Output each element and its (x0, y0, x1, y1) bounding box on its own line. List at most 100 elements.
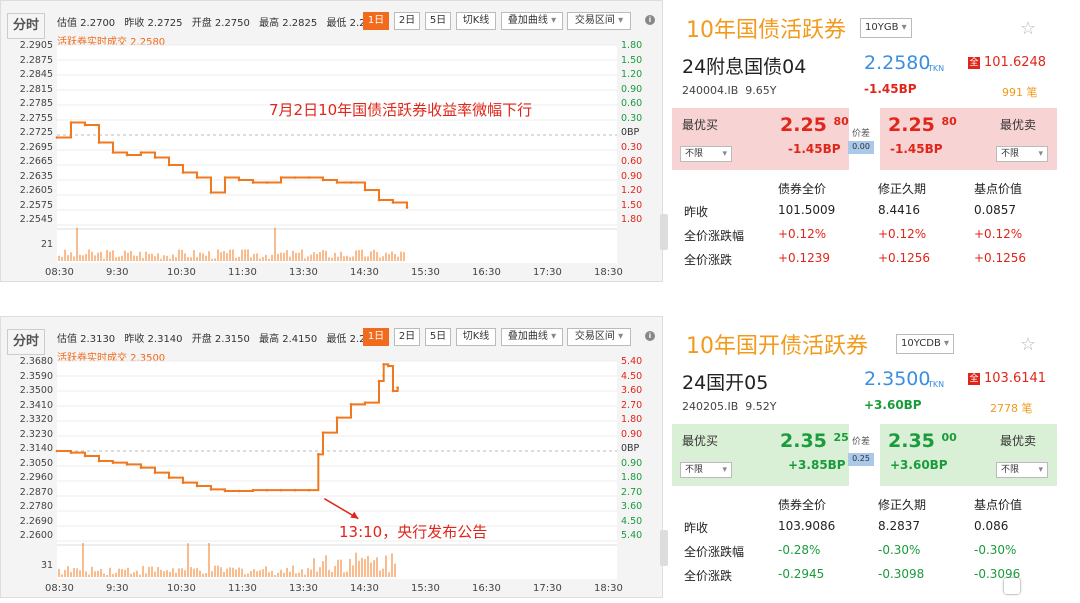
bp-axis-tick-label: 1.20 (621, 185, 643, 196)
yield-data-point (317, 453, 320, 456)
kline-toggle-button[interactable]: 切K线 (456, 328, 496, 346)
bond-name: 24附息国债04 (682, 56, 807, 78)
info-icon[interactable]: i (645, 15, 655, 25)
best-ask-box[interactable]: 2.25 80 最优卖 -1.45BP 不限 (880, 108, 1057, 170)
volume-max-label: 21 (41, 239, 54, 250)
range-5d-button[interactable]: 5日 (425, 328, 451, 346)
info-icon[interactable]: i (645, 331, 655, 341)
y-axis-tick-label: 2.2725 (19, 127, 53, 138)
splitter-handle[interactable] (660, 530, 668, 566)
yield-data-point (153, 471, 157, 474)
x-axis-tick-label: 13:30 (289, 583, 318, 594)
yield-data-point (265, 181, 269, 184)
x-axis-tick-label: 16:30 (472, 583, 501, 594)
tab-intraday[interactable]: 分时 (7, 13, 45, 39)
full-price-icon: 全 (968, 56, 980, 69)
y-axis-tick-label: 2.2960 (19, 472, 53, 483)
best-bid-box[interactable]: 最优买 2.35 25 不限 +3.85BP (672, 424, 849, 486)
yield-data-point (377, 198, 381, 202)
yield-data-point (111, 461, 115, 464)
quote-panel: 10年国债活跃券10YGB☆24附息国债042.2580TKN全101.6248… (668, 0, 1060, 282)
overlay-curve-dropdown[interactable]: 叠加曲线 (501, 328, 563, 346)
y-axis-tick-label: 2.3230 (19, 428, 53, 440)
table-row-label: 全价涨跌幅 (684, 229, 745, 243)
range-1d-button[interactable]: 1日 (363, 12, 389, 30)
bond-code-dropdown[interactable]: 10YCDB (896, 334, 955, 354)
trading-range-dropdown[interactable]: 交易区间 (567, 12, 631, 30)
prev-close: 昨收 2.3140 (124, 334, 183, 345)
kline-toggle-button[interactable]: 切K线 (456, 12, 496, 30)
bp-axis-tick-label: 1.80 (621, 414, 643, 425)
chart-annotation: 7月2日10年国债活跃券收益率微幅下行 (269, 101, 533, 119)
splitter-handle[interactable] (660, 214, 668, 250)
range-2d-button[interactable]: 2日 (394, 12, 420, 30)
bp-axis-tick-label: 0.60 (621, 156, 643, 167)
bp-axis-tick-label: 1.50 (621, 54, 643, 66)
panel-separator (0, 282, 1080, 316)
y-axis-tick-label: 2.3320 (19, 414, 53, 425)
watermark (1004, 578, 1022, 594)
full-price: 全 101.6248 (968, 55, 1046, 70)
bond-sub-code: 240004.IB (682, 84, 739, 97)
best-ask-price: 2.25 80 (888, 114, 957, 136)
bp-axis-tick-label: 2.70 (621, 486, 643, 498)
yield-data-point (382, 363, 385, 366)
y-axis-tick-label: 2.3500 (19, 385, 53, 396)
best-ask-box[interactable]: 2.35 00 最优卖 +3.60BP 不限 (880, 424, 1057, 486)
ask-limit-select[interactable]: 不限 (996, 146, 1048, 162)
range-5d-button[interactable]: 5日 (425, 12, 451, 30)
yield-data-point (97, 459, 101, 463)
bp-axis-tick-label: 1.20 (621, 69, 643, 80)
yield-data-point (181, 481, 185, 484)
yield-series-line (57, 363, 399, 492)
yield-change-bp: -1.45BP (864, 82, 917, 96)
tab-intraday[interactable]: 分时 (7, 329, 45, 355)
table-header: 债券全价 (778, 498, 827, 512)
range-2d-button[interactable]: 2日 (394, 328, 420, 346)
bid-limit-select[interactable]: 不限 (680, 462, 732, 478)
y-axis-tick-label: 2.2605 (19, 185, 53, 196)
yield-data-point (153, 156, 157, 159)
yield-data-point (377, 379, 381, 383)
best-bid-price-frac: 80 (833, 115, 849, 128)
bid-limit-select[interactable]: 不限 (680, 146, 732, 162)
yield-data-point (139, 151, 143, 154)
watermark-logo-icon (1004, 578, 1020, 594)
yield-data-point (335, 181, 339, 184)
best-bid-box[interactable]: 最优买 2.25 80 不限 -1.45BP (672, 108, 849, 170)
trading-range-dropdown[interactable]: 交易区间 (567, 328, 631, 346)
y-axis-tick-label: 2.2815 (19, 83, 53, 95)
yield-data-point (349, 181, 353, 184)
bp-axis-tick-label: 0.90 (621, 457, 643, 469)
x-axis-tick-label: 13:30 (289, 267, 318, 278)
best-ask-price-main: 2.25 (888, 114, 935, 136)
bp-axis-tick-label: 0.90 (621, 428, 643, 440)
bp-axis-tick-label: 4.50 (621, 370, 643, 382)
intraday-chart-area: 分时 估值 2.2700 昨收 2.2725 开盘 2.2750 最高 2.28… (0, 0, 663, 282)
y-axis-tick-label: 2.2785 (19, 98, 53, 109)
yield-data-point (55, 136, 59, 139)
table-header: 修正久期 (878, 498, 927, 512)
bond-code-dropdown[interactable]: 10YGB (860, 18, 912, 38)
favorite-star-icon[interactable]: ☆ (1020, 334, 1036, 355)
ask-limit-select[interactable]: 不限 (996, 462, 1048, 478)
overlay-curve-dropdown[interactable]: 叠加曲线 (501, 12, 563, 30)
y-axis-tick-label: 2.2545 (19, 214, 53, 225)
yield-data-point (111, 151, 115, 154)
favorite-star-icon[interactable]: ☆ (1020, 18, 1036, 39)
best-bid-price: 2.35 25 (780, 430, 849, 452)
table-row-label: 昨收 (684, 205, 709, 219)
bond-panel-10y-cdb: 分时 估值 2.3130 昨收 2.3140 开盘 2.3150 最高 2.41… (0, 316, 1080, 598)
full-price: 全 103.6141 (968, 371, 1046, 386)
range-1d-button[interactable]: 1日 (363, 328, 389, 346)
full-price-value: 101.6248 (984, 55, 1047, 70)
full-price-icon: 全 (968, 372, 980, 385)
intraday-plot (55, 44, 617, 261)
table-cell: 8.2837 (878, 519, 920, 533)
spread-value: 0.25 (848, 453, 874, 466)
y-axis-tick-label: 2.2575 (19, 199, 53, 211)
x-axis-tick-label: 14:30 (350, 583, 379, 594)
quote-title: 10年国开债活跃券 (686, 334, 868, 359)
bp-axis-tick-label: 1.80 (621, 40, 643, 51)
table-cell: 101.5009 (778, 203, 836, 217)
